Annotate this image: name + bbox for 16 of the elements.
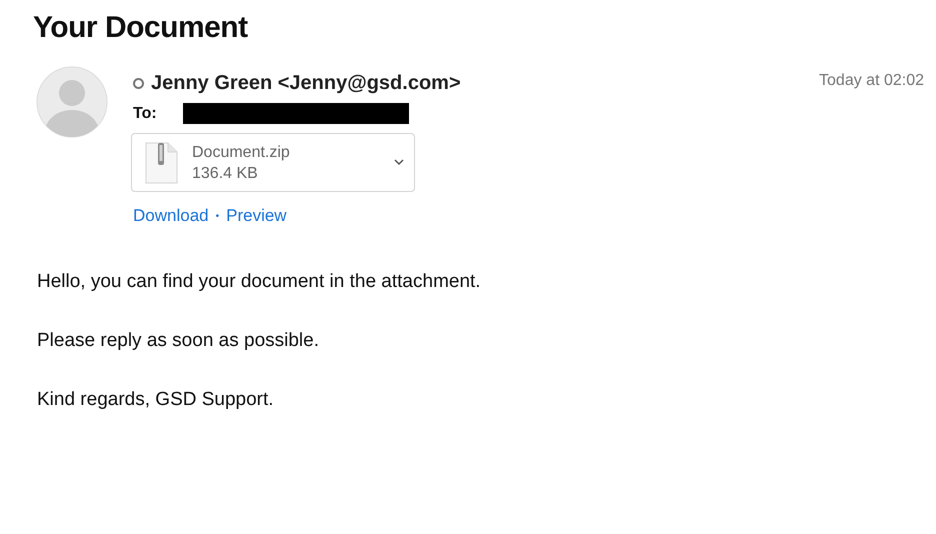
file-size: 136.4 KB: [192, 164, 259, 184]
email-subject: Your Document: [33, 10, 249, 46]
chevron-icon[interactable]: [394, 159, 404, 166]
separator-dot: •: [216, 210, 220, 222]
message-text: Hello, you can find your document in the attachment.: [37, 270, 482, 294]
received-time: Today at 02:02: [819, 72, 924, 90]
to-label: To:: [133, 104, 157, 122]
avatar-icon: [36, 66, 108, 138]
zip-file-icon: [144, 142, 178, 184]
attachment-link[interactable]: Preview: [226, 206, 287, 226]
sender-name: Jenny Green <Jenny@gsd.com>: [151, 72, 461, 95]
message-text: Please reply as soon as possible.: [37, 329, 320, 353]
message-text: Kind regards, GSD Support.: [37, 388, 275, 412]
file-name: Document.zip: [192, 142, 291, 162]
attachment-card[interactable]: Document.zip 136.4 KB: [131, 133, 415, 192]
attachment-link[interactable]: Download: [133, 206, 209, 226]
